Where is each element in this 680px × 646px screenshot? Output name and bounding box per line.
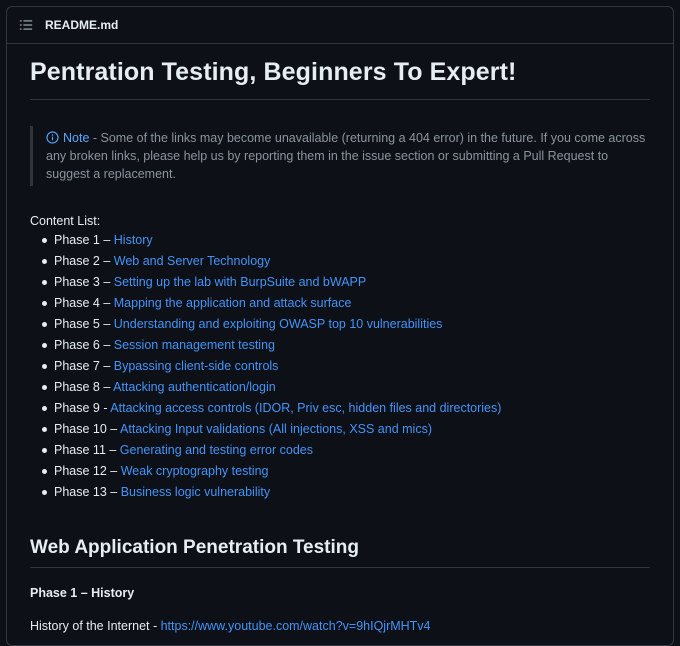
info-icon — [46, 131, 59, 144]
note-label-text: Note — [63, 131, 90, 145]
note-label: Note — [46, 131, 89, 145]
phase-label: Phase 2 – — [54, 254, 114, 268]
content-list-item: Phase 10 – Attacking Input validations (… — [42, 419, 650, 440]
content-list-item: Phase 12 – Weak cryptography testing — [42, 461, 650, 482]
phase-link[interactable]: Mapping the application and attack surfa… — [114, 296, 352, 310]
content-list-item: Phase 5 – Understanding and exploiting O… — [42, 314, 650, 335]
phase-label: Phase 5 – — [54, 317, 114, 331]
phase-label: Phase 13 – — [54, 485, 121, 499]
content-list-item: Phase 9 - Attacking access controls (IDO… — [42, 398, 650, 419]
content-list-item: Phase 2 – Web and Server Technology — [42, 251, 650, 272]
note-callout: Note - Some of the links may become unav… — [30, 126, 650, 186]
content-list-item: Phase 6 – Session management testing — [42, 335, 650, 356]
list-unordered-icon[interactable] — [19, 18, 33, 32]
phase-link[interactable]: Understanding and exploiting OWASP top 1… — [114, 317, 443, 331]
phase-link[interactable]: Setting up the lab with BurpSuite and bW… — [114, 275, 366, 289]
readme-content: Pentration Testing, Beginners To Expert!… — [7, 58, 673, 633]
phase-label: Phase 1 – — [54, 233, 114, 247]
history-video-link[interactable]: https://www.youtube.com/watch?v=9hIQjrMH… — [161, 619, 431, 633]
content-list-item: Phase 1 – History — [42, 230, 650, 251]
phase-link[interactable]: Web and Server Technology — [114, 254, 271, 268]
phase-link[interactable]: History — [114, 233, 153, 247]
phase-label: Phase 10 – — [54, 422, 121, 436]
note-text: - Some of the links may become unavailab… — [46, 131, 646, 181]
page-title: Pentration Testing, Beginners To Expert! — [30, 58, 650, 100]
phase-link[interactable]: Generating and testing error codes — [120, 443, 313, 457]
readme-filename: README.md — [45, 18, 119, 32]
phase-label: Phase 6 – — [54, 338, 114, 352]
history-line: History of the Internet - https://www.yo… — [30, 619, 650, 633]
phase-label: Phase 8 – — [54, 380, 114, 394]
phase-link[interactable]: Business logic vulnerability — [121, 485, 270, 499]
phase-link[interactable]: Attacking Input validations (All injecti… — [120, 422, 432, 436]
content-list-item: Phase 8 – Attacking authentication/login — [42, 377, 650, 398]
phase-label: Phase 4 – — [54, 296, 114, 310]
phase-label: Phase 9 - — [54, 401, 111, 415]
content-list-item: Phase 7 – Bypassing client-side controls — [42, 356, 650, 377]
content-list: Phase 1 – History Phase 2 – Web and Serve… — [30, 230, 650, 503]
readme-header: README.md — [7, 7, 673, 44]
section-heading: Web Application Penetration Testing — [30, 537, 650, 568]
content-list-item: Phase 3 – Setting up the lab with BurpSu… — [42, 272, 650, 293]
phase-link[interactable]: Attacking authentication/login — [113, 380, 276, 394]
phase-link[interactable]: Weak cryptography testing — [121, 464, 269, 478]
phase-label: Phase 11 – — [54, 443, 120, 457]
content-list-item: Phase 13 – Business logic vulnerability — [42, 482, 650, 503]
phase-label: Phase 7 – — [54, 359, 114, 373]
phase-link[interactable]: Bypassing client-side controls — [114, 359, 279, 373]
phase-link[interactable]: Session management testing — [114, 338, 275, 352]
content-list-item: Phase 11 – Generating and testing error … — [42, 440, 650, 461]
phase-link[interactable]: Attacking access controls (IDOR, Priv es… — [110, 401, 501, 415]
content-list-label: Content List: — [30, 214, 101, 228]
history-text: History of the Internet - — [30, 619, 161, 633]
phase-1-heading: Phase 1 – History — [30, 586, 135, 600]
content-list-item: Phase 4 – Mapping the application and at… — [42, 293, 650, 314]
phase-label: Phase 3 – — [54, 275, 114, 289]
phase-label: Phase 12 – — [54, 464, 121, 478]
readme-panel: README.md Pentration Testing, Beginners … — [6, 6, 674, 646]
